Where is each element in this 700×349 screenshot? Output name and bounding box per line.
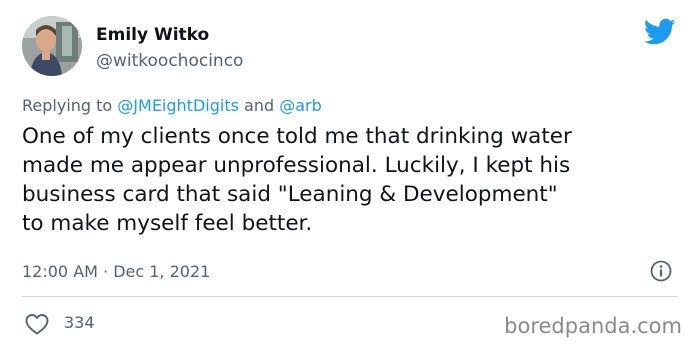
like-count: 334 — [64, 313, 95, 332]
author-name[interactable]: Emily Witko — [96, 24, 209, 46]
reply-mention-1[interactable]: @JMEightDigits — [117, 96, 239, 115]
heart-icon[interactable] — [24, 312, 50, 336]
tweet-card: Emily Witko @witkoochocinco Replying to … — [0, 0, 700, 349]
info-icon[interactable] — [649, 259, 673, 283]
replying-to-conjunction: and — [238, 96, 280, 115]
replying-to-prefix: Replying to — [22, 96, 118, 115]
replying-to: Replying to @JMEightDigits and @arb — [22, 95, 322, 117]
twitter-bird-icon[interactable] — [643, 18, 676, 46]
tweet-timestamp[interactable]: 12:00 AM · Dec 1, 2021 — [22, 261, 210, 283]
reply-mention-2[interactable]: @arb — [279, 96, 322, 115]
tweet-text: One of my clients once told me that drin… — [22, 124, 572, 236]
divider — [22, 296, 678, 297]
avatar-photo — [22, 16, 82, 76]
author-handle[interactable]: @witkoochocinco — [96, 50, 243, 72]
avatar[interactable] — [22, 16, 82, 76]
watermark: boredpanda.com — [504, 314, 682, 338]
